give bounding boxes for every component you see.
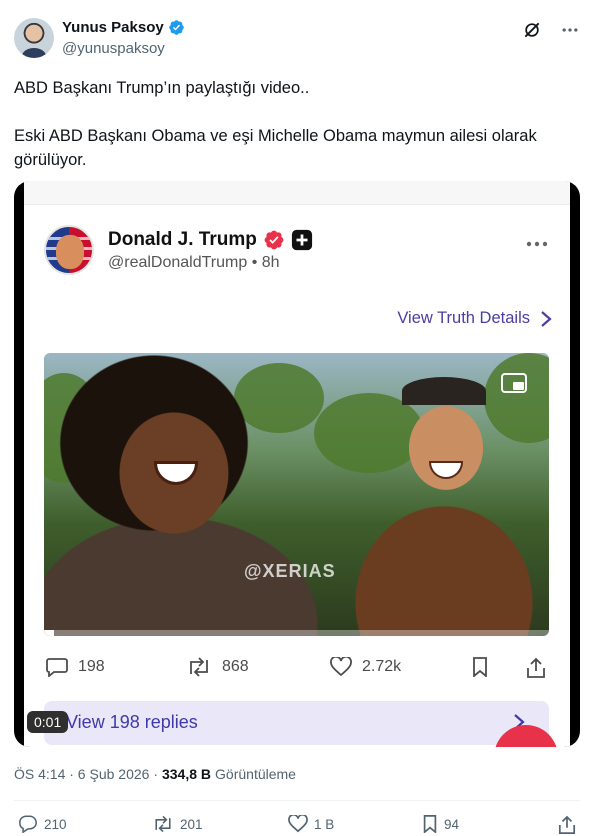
embedded-likes: 2.72k [330,657,401,677]
embedded-replies: 198 [46,657,105,677]
bookmark-icon [423,815,437,833]
video-progress-bar [44,630,549,636]
view-replies-label: View 198 replies [66,712,198,732]
view-replies-bar: View 198 replies [44,701,549,745]
embedded-avatar [44,225,94,275]
heart-icon [330,657,352,677]
plus-badge-icon [291,229,312,251]
verified-badge-icon [264,230,284,250]
grok-icon[interactable] [522,20,542,40]
share-icon [558,815,576,834]
tweet-media[interactable]: Donald J. Trump @realDonaldTrump • 8h Vi… [14,181,580,747]
repost-count: 201 [180,816,203,832]
picture-in-picture-icon [501,373,527,393]
reply-button[interactable]: 210 [18,815,67,833]
embedded-retruths: 868 [186,657,249,677]
embedded-post: Donald J. Trump @realDonaldTrump • 8h Vi… [24,181,570,747]
divider [14,800,580,801]
embedded-replies-count: 198 [78,658,105,675]
tweet-action-bar: 210 201 1 B 94 [14,815,580,836]
reply-icon [19,815,37,833]
tweet-text: ABD Başkanı Trump’ın paylaştığı video.. … [14,76,580,172]
repost-button[interactable]: 201 [152,815,203,833]
author-handle[interactable]: @yunuspaksoy [62,40,165,57]
comment-icon [46,658,68,677]
tweet-text-line: görülüyor. [14,151,87,169]
chevron-right-icon [541,310,552,327]
tweet-text-line: ABD Başkanı Trump’ın paylaştığı video.. [14,79,310,97]
embedded-likes-count: 2.72k [362,658,402,675]
share-button[interactable] [558,815,576,835]
embedded-top-bar [24,181,570,205]
tweet-header: Yunus Paksoy @yunuspaksoy [14,16,580,60]
verified-badge-icon [168,20,184,35]
more-options-icon[interactable] [560,20,580,40]
embedded-share [526,657,546,679]
embedded-handle: @realDonaldTrump • 8h [108,254,280,271]
embedded-actions: 198 868 2.72k [24,657,570,683]
view-truth-details: View Truth Details [397,309,552,328]
heart-icon [288,815,308,833]
tweet-meta: ÖS 4:14 · 6 Şub 2026 · 334,8 B Görüntüle… [14,766,296,782]
bookmark-icon [473,657,487,677]
embedded-retruths-count: 868 [222,658,249,675]
video-figure-left [44,353,334,636]
tweet-text-line: Eski ABD Başkanı Obama ve eşi Michelle O… [14,127,537,145]
embedded-video: @XERIAS [44,353,549,636]
share-icon [527,657,545,678]
view-truth-details-label: View Truth Details [397,309,530,327]
bookmark-button[interactable]: 94 [422,815,459,833]
embedded-name-row: Donald J. Trump [108,229,313,251]
tweet-timestamp[interactable]: ÖS 4:14 · 6 Şub 2026 · [14,766,158,782]
embedded-more-icon [526,241,548,247]
like-count: 1 B [314,816,335,832]
like-button[interactable]: 1 B [288,815,334,833]
views-label: Görüntüleme [215,766,296,782]
video-progress-fill [44,630,55,636]
repost-icon [155,815,171,833]
views-count: 334,8 B [161,766,212,782]
author-name[interactable]: Yunus Paksoy [62,19,164,36]
embedded-name: Donald J. Trump [108,229,257,250]
video-figure-right [344,373,549,636]
video-watermark: @XERIAS [244,561,336,581]
video-timecode: 0:01 [27,711,69,733]
header-icons [522,20,580,40]
embedded-bookmark [472,657,488,677]
author-name-row: Yunus Paksoy [62,19,185,36]
bookmark-count: 94 [444,816,460,832]
author-avatar[interactable] [14,18,54,58]
retruth-icon [190,657,208,677]
reply-count: 210 [44,816,67,832]
